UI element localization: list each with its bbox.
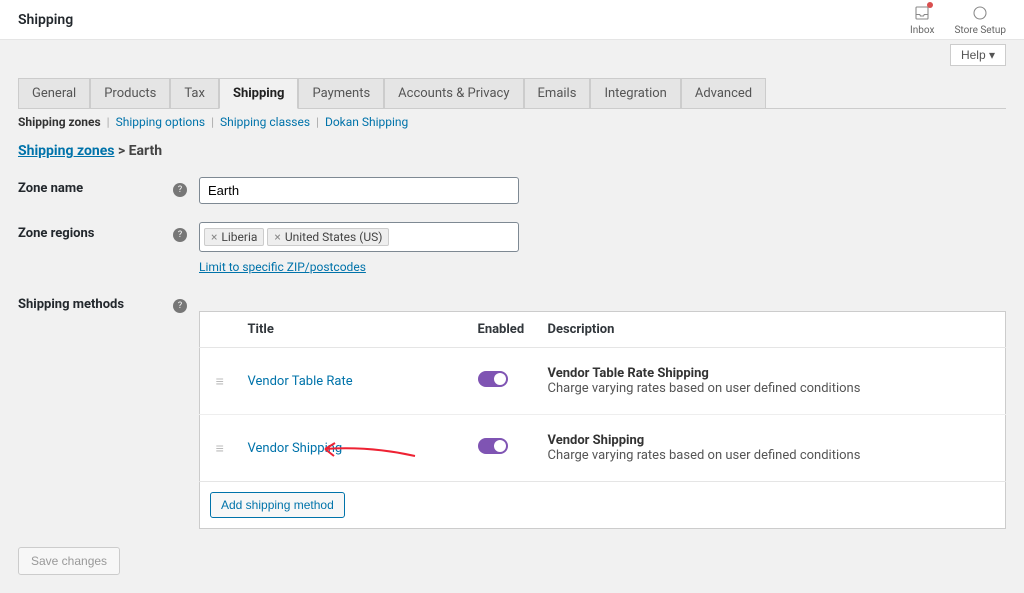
breadcrumb: Shipping zones > Earth xyxy=(18,143,1006,159)
inbox-label: Inbox xyxy=(910,25,934,36)
help-icon[interactable]: ? xyxy=(173,299,187,313)
chip-label: United States (US) xyxy=(285,230,383,244)
region-chip[interactable]: × United States (US) xyxy=(267,228,389,246)
inbox-button[interactable]: Inbox xyxy=(910,4,934,36)
tab-emails[interactable]: Emails xyxy=(524,78,591,108)
store-setup-button[interactable]: Store Setup xyxy=(954,4,1006,36)
breadcrumb-leaf: Earth xyxy=(129,143,162,159)
subnav-shipping-classes[interactable]: Shipping classes xyxy=(220,115,310,129)
drag-handle-icon[interactable]: ≡ xyxy=(216,373,224,390)
drag-handle-icon[interactable]: ≡ xyxy=(216,440,224,457)
desc-text: Charge varying rates based on user defin… xyxy=(548,448,861,463)
col-sort xyxy=(200,312,240,348)
subnav-sep: | xyxy=(211,115,214,129)
tab-shipping[interactable]: Shipping xyxy=(219,78,299,109)
util-row: Help ▾ xyxy=(0,40,1024,66)
shipping-methods-table: Title Enabled Description ≡ Vendor Table… xyxy=(199,311,1006,529)
row-shipping-methods: Shipping methods ? Title Enabled Descrip… xyxy=(18,293,1006,529)
remove-icon[interactable]: × xyxy=(211,230,217,244)
help-icon[interactable]: ? xyxy=(173,228,187,242)
desc-text: Charge varying rates based on user defin… xyxy=(548,381,861,396)
toggle-knob-icon xyxy=(494,440,506,452)
method-title-link[interactable]: Vendor Table Rate xyxy=(248,374,353,389)
col-enabled: Enabled xyxy=(470,312,540,348)
notification-dot-icon xyxy=(927,2,933,8)
enabled-toggle[interactable] xyxy=(478,438,508,454)
tab-general[interactable]: General xyxy=(18,78,90,108)
zone-regions-input[interactable]: × Liberia × United States (US) xyxy=(199,222,519,252)
tab-tax[interactable]: Tax xyxy=(170,78,219,108)
save-changes-button[interactable]: Save changes xyxy=(18,547,120,575)
zone-name-input[interactable] xyxy=(199,177,519,204)
tab-integration[interactable]: Integration xyxy=(590,78,680,108)
enabled-toggle[interactable] xyxy=(478,371,508,387)
subnav-shipping-options[interactable]: Shipping options xyxy=(116,115,205,129)
table-row: ≡ Vendor Table Rate Vendor Table Rate Sh… xyxy=(200,348,1006,415)
breadcrumb-sep: > xyxy=(114,143,128,159)
topbar-right: Inbox Store Setup xyxy=(910,4,1006,36)
help-button[interactable]: Help ▾ xyxy=(950,44,1006,66)
method-title-link[interactable]: Vendor Shipping xyxy=(248,441,343,456)
label-shipping-methods: Shipping methods xyxy=(18,293,173,312)
region-chip[interactable]: × Liberia xyxy=(204,228,264,246)
desc-title: Vendor Table Rate Shipping xyxy=(548,366,998,381)
limit-zip-link[interactable]: Limit to specific ZIP/postcodes xyxy=(199,260,366,274)
page-title: Shipping xyxy=(18,12,73,28)
subnav-dokan-shipping[interactable]: Dokan Shipping xyxy=(325,115,408,129)
table-row: ≡ Vendor Shipping Vendor ShippingCharge … xyxy=(200,415,1006,482)
sub-nav: Shipping zones | Shipping options | Ship… xyxy=(18,115,1006,129)
label-zone-regions: Zone regions xyxy=(18,222,173,241)
desc-title: Vendor Shipping xyxy=(548,433,998,448)
col-title: Title xyxy=(240,312,470,348)
col-description: Description xyxy=(540,312,1006,348)
chip-label: Liberia xyxy=(221,230,257,244)
subnav-current[interactable]: Shipping zones xyxy=(18,115,101,129)
row-zone-regions: Zone regions ? × Liberia × United States (… xyxy=(18,222,1006,275)
tab-payments[interactable]: Payments xyxy=(298,78,384,108)
label-zone-name: Zone name xyxy=(18,177,173,196)
circle-icon xyxy=(971,4,989,25)
subnav-sep: | xyxy=(107,115,110,129)
add-shipping-method-button[interactable]: Add shipping method xyxy=(210,492,345,518)
inbox-icon xyxy=(913,4,931,25)
row-zone-name: Zone name ? xyxy=(18,177,1006,204)
top-bar: Shipping Inbox Store Setup xyxy=(0,0,1024,40)
tab-advanced[interactable]: Advanced xyxy=(681,78,766,108)
remove-icon[interactable]: × xyxy=(274,230,280,244)
tab-accounts-privacy[interactable]: Accounts & Privacy xyxy=(384,78,523,108)
breadcrumb-root[interactable]: Shipping zones xyxy=(18,143,114,159)
store-setup-label: Store Setup xyxy=(954,25,1006,36)
settings-tabs: General Products Tax Shipping Payments A… xyxy=(18,78,1006,109)
subnav-sep: | xyxy=(316,115,319,129)
toggle-knob-icon xyxy=(494,373,506,385)
help-icon[interactable]: ? xyxy=(173,183,187,197)
tab-products[interactable]: Products xyxy=(90,78,170,108)
